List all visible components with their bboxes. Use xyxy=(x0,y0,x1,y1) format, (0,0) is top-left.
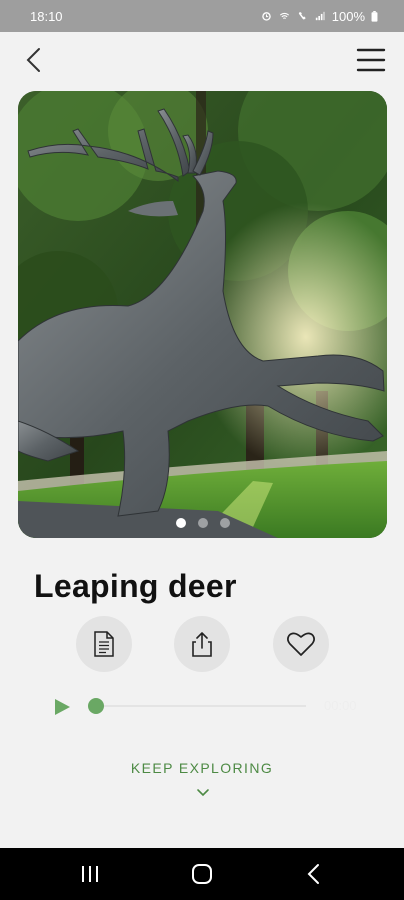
hero-image[interactable] xyxy=(18,91,387,538)
wifi-icon xyxy=(279,12,289,19)
battery-icon xyxy=(371,10,378,22)
volte-icon xyxy=(298,12,306,20)
carousel-dot[interactable] xyxy=(197,518,208,528)
page-title: Leaping deer xyxy=(34,568,237,604)
progress-thumb[interactable] xyxy=(88,698,104,714)
status-icons: 100% xyxy=(261,9,378,24)
share-button[interactable] xyxy=(174,616,230,672)
system-nav-bar xyxy=(0,848,404,900)
carousel-indicator xyxy=(18,518,387,528)
home-icon[interactable] xyxy=(189,862,215,886)
alarm-icon xyxy=(261,12,271,21)
play-icon[interactable] xyxy=(52,697,72,717)
carousel-dot[interactable] xyxy=(175,518,186,528)
status-time: 18:10 xyxy=(30,8,63,24)
back-icon[interactable] xyxy=(302,862,328,886)
duration-label: 00:00 xyxy=(324,698,357,713)
top-bar xyxy=(0,32,404,88)
recent-apps-icon[interactable] xyxy=(77,862,103,886)
chevron-down-icon[interactable] xyxy=(195,787,211,799)
statue-photo xyxy=(18,91,387,538)
action-row xyxy=(0,616,404,672)
heart-icon xyxy=(287,632,315,656)
share-icon xyxy=(192,632,212,657)
hamburger-menu-icon[interactable] xyxy=(356,46,386,74)
carousel-dot[interactable] xyxy=(219,518,230,528)
favorite-button[interactable] xyxy=(273,616,329,672)
document-icon xyxy=(94,631,114,657)
description-button[interactable] xyxy=(76,616,132,672)
audio-player: 00:00 xyxy=(0,690,404,722)
battery-percent: 100% xyxy=(331,8,365,24)
progress-slider[interactable] xyxy=(88,698,306,714)
signal-icon xyxy=(315,11,325,21)
keep-exploring-link[interactable]: KEEP EXPLORING xyxy=(0,760,404,776)
chevron-left-icon[interactable] xyxy=(22,46,48,74)
status-bar: 18:10 100% xyxy=(0,0,404,32)
